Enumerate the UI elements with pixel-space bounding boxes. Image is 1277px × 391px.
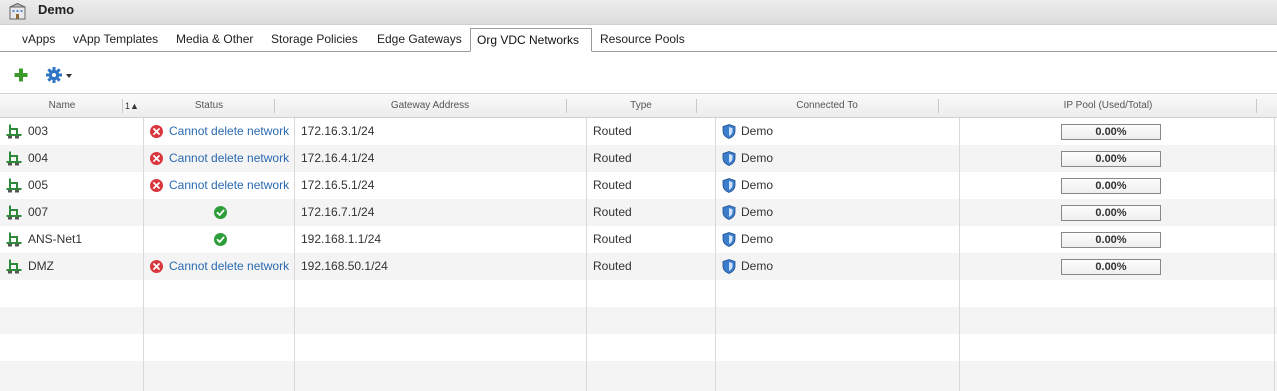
ip-pool-bar: 0.00%	[1061, 151, 1161, 167]
network-icon	[6, 151, 22, 166]
network-icon	[6, 232, 22, 247]
shield-icon	[722, 178, 736, 193]
connected-to[interactable]: Demo	[741, 226, 773, 253]
shield-icon	[722, 259, 736, 274]
table-row[interactable]: 004 Cannot delete network 172.16.4.1/24 …	[0, 145, 1277, 172]
empty-row	[0, 280, 1277, 307]
connected-to[interactable]: Demo	[741, 145, 773, 172]
column-gridline	[586, 118, 587, 391]
column-divider[interactable]	[1256, 99, 1257, 113]
column-header-gateway[interactable]: Gateway Address	[294, 94, 566, 118]
column-divider[interactable]	[938, 99, 939, 113]
tab-vapp-templates[interactable]: vApp Templates	[67, 28, 164, 52]
tab-vapps[interactable]: vApps	[16, 28, 61, 52]
network-name[interactable]: DMZ	[28, 253, 54, 280]
title-bar: Demo	[0, 0, 1277, 25]
empty-row	[0, 307, 1277, 334]
error-icon	[150, 125, 163, 138]
gateway-address: 172.16.5.1/24	[301, 178, 375, 192]
error-icon	[150, 260, 163, 273]
gateway-address: 172.16.7.1/24	[301, 205, 375, 219]
network-type: Routed	[593, 205, 632, 219]
status-link[interactable]: Cannot delete network	[169, 145, 289, 172]
column-gridline	[143, 118, 144, 391]
column-divider[interactable]	[274, 99, 275, 113]
network-type: Routed	[593, 259, 632, 273]
column-gridline	[1274, 118, 1275, 391]
network-icon	[6, 178, 22, 193]
tab-media-other[interactable]: Media & Other	[170, 28, 259, 52]
connected-to[interactable]: Demo	[741, 253, 773, 280]
tab-resource-pools[interactable]: Resource Pools	[594, 28, 691, 52]
column-divider[interactable]	[566, 99, 567, 113]
table-row[interactable]: 003 Cannot delete network 172.16.3.1/24 …	[0, 118, 1277, 145]
connected-to[interactable]: Demo	[741, 199, 773, 226]
column-header-name[interactable]: Name	[0, 94, 124, 118]
toolbar	[0, 52, 1277, 92]
connected-to[interactable]: Demo	[741, 172, 773, 199]
shield-icon	[722, 205, 736, 220]
network-type: Routed	[593, 151, 632, 165]
network-name[interactable]: 007	[28, 199, 48, 226]
organization-icon	[9, 3, 26, 20]
shield-icon	[722, 124, 736, 139]
status-link[interactable]: Cannot delete network	[169, 253, 289, 280]
shield-icon	[722, 232, 736, 247]
shield-icon	[722, 151, 736, 166]
column-gridline	[715, 118, 716, 391]
network-type: Routed	[593, 232, 632, 246]
tab-bar: vApps vApp Templates Media & Other Stora…	[0, 25, 1277, 52]
ip-pool-bar: 0.00%	[1061, 124, 1161, 140]
error-icon	[150, 152, 163, 165]
table-row[interactable]: DMZ Cannot delete network 192.168.50.1/2…	[0, 253, 1277, 280]
tab-edge-gateways[interactable]: Edge Gateways	[371, 28, 468, 52]
empty-row	[0, 361, 1277, 391]
ip-pool-bar: 0.00%	[1061, 178, 1161, 194]
gear-dropdown-icon[interactable]	[46, 67, 74, 83]
gateway-address: 192.168.1.1/24	[301, 232, 382, 246]
plus-icon[interactable]	[14, 68, 28, 82]
window-title: Demo	[38, 2, 75, 17]
table-row[interactable]: ANS-Net1 192.168.1.1/24 Routed Demo 0.00…	[0, 226, 1277, 253]
network-type: Routed	[593, 178, 632, 192]
column-header-status[interactable]: Status	[144, 94, 274, 118]
network-name[interactable]: ANS-Net1	[28, 226, 82, 253]
ip-pool-bar: 0.00%	[1061, 205, 1161, 221]
column-divider[interactable]	[696, 99, 697, 113]
network-icon	[6, 124, 22, 139]
checkmark-icon	[214, 206, 227, 219]
column-header-connected-to[interactable]: Connected To	[716, 94, 938, 118]
column-gridline	[959, 118, 960, 391]
network-name[interactable]: 003	[28, 118, 48, 145]
empty-row	[0, 334, 1277, 361]
tab-storage-policies[interactable]: Storage Policies	[265, 28, 364, 52]
grid-header: Name 1▲ Status Gateway Address Type Conn…	[0, 94, 1277, 118]
ip-pool-bar: 0.00%	[1061, 259, 1161, 275]
error-icon	[150, 179, 163, 192]
gateway-address: 192.168.50.1/24	[301, 259, 388, 273]
tab-org-vdc-networks[interactable]: Org VDC Networks	[470, 28, 592, 52]
checkmark-icon	[214, 233, 227, 246]
status-link[interactable]: Cannot delete network	[169, 118, 289, 145]
table-row[interactable]: 005 Cannot delete network 172.16.5.1/24 …	[0, 172, 1277, 199]
networks-grid: Name 1▲ Status Gateway Address Type Conn…	[0, 93, 1277, 391]
column-gridline	[294, 118, 295, 391]
ip-pool-bar: 0.00%	[1061, 232, 1161, 248]
network-name[interactable]: 005	[28, 172, 48, 199]
network-name[interactable]: 004	[28, 145, 48, 172]
connected-to[interactable]: Demo	[741, 118, 773, 145]
network-type: Routed	[593, 124, 632, 138]
network-icon	[6, 259, 22, 274]
column-header-ip-pool[interactable]: IP Pool (Used/Total)	[960, 94, 1256, 118]
column-divider[interactable]	[122, 99, 123, 113]
column-header-type[interactable]: Type	[586, 94, 696, 118]
network-icon	[6, 205, 22, 220]
table-row[interactable]: 007 172.16.7.1/24 Routed Demo 0.00%	[0, 199, 1277, 226]
status-link[interactable]: Cannot delete network	[169, 172, 289, 199]
gateway-address: 172.16.3.1/24	[301, 124, 375, 138]
gateway-address: 172.16.4.1/24	[301, 151, 375, 165]
sort-indicator[interactable]: 1▲	[125, 94, 139, 118]
